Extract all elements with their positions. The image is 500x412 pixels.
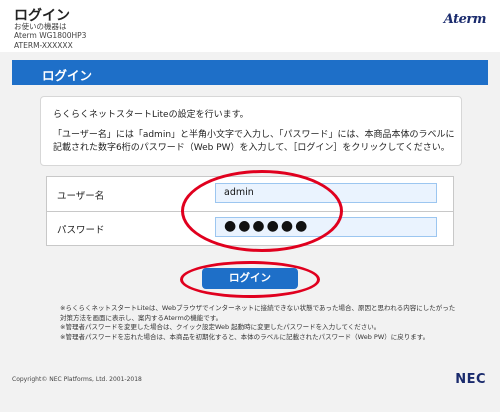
highlight-ellipse-fields xyxy=(181,170,343,252)
note-item: ※管理者パスワードを変更した場合は、クイック設定Web 起動時に変更したパスワー… xyxy=(60,323,381,331)
username-label: ユーザー名 xyxy=(57,191,105,202)
section-title-bar: ログイン xyxy=(12,60,488,85)
notes: ※らくらくネットスタートLiteは、Webブラウザでインターネットに接続できない… xyxy=(60,304,460,342)
section-title: ログイン xyxy=(42,68,93,83)
device-model: Aterm WG1800HP3 xyxy=(14,31,87,40)
info-box: らくらくネットスタートLiteの設定を行います。 「ユーザー名」には「admin… xyxy=(40,96,462,166)
note-item: ※管理者パスワードを忘れた場合は、本商品を初期化すると、本体のラベルに記載された… xyxy=(60,332,430,341)
info-intro-text: らくらくネットスタートLiteの設定を行います。 xyxy=(53,110,249,120)
highlight-ellipse-login xyxy=(180,261,320,298)
copyright: Copyright© NEC Platforms, Ltd. 2001-2018 xyxy=(12,376,142,383)
password-label: パスワード xyxy=(57,225,105,236)
note-item: ※らくらくネットスタートLiteは、Webブラウザでインターネットに接続できない… xyxy=(60,304,456,322)
nec-logo: NEC xyxy=(455,372,486,387)
device-serial: ATERM-XXXXXX xyxy=(14,41,73,50)
header: ログイン お使いの機器は Aterm WG1800HP3 ATERM-XXXXX… xyxy=(0,0,500,52)
aterm-logo: Aterm xyxy=(443,12,487,27)
info-instruction-text: 「ユーザー名」には「admin」と半角小文字で入力し、「パスワード」には、本商品… xyxy=(53,130,455,153)
